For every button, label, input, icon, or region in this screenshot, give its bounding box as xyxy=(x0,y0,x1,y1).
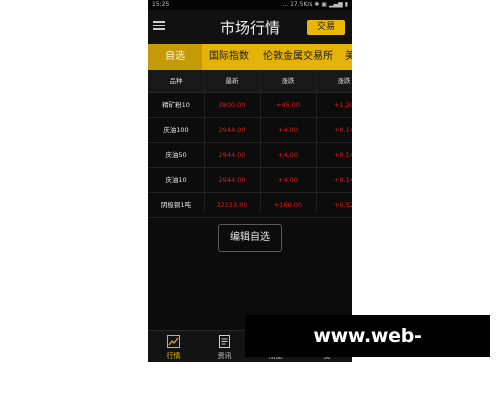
row-name: 庆油100 xyxy=(163,126,189,134)
table-row[interactable]: 庆油100 2944.00 +4.00 +0.14 xyxy=(148,118,352,143)
row-change: +4.00 xyxy=(278,151,298,159)
row-change-percent: +1.20 xyxy=(334,101,352,109)
column-header-name: 品种 xyxy=(169,77,183,85)
nav-news[interactable]: 资讯 xyxy=(199,331,250,362)
row-latest: 3800.00 xyxy=(218,101,246,109)
row-change: +166.00 xyxy=(273,201,303,209)
row-latest: 2944.00 xyxy=(218,176,246,184)
document-icon xyxy=(219,335,230,348)
table-row[interactable]: 庆油50 2944.00 +4.00 +0.14 xyxy=(148,143,352,168)
edit-watchlist-button[interactable]: 编辑自选 xyxy=(218,224,282,252)
row-change: +4.00 xyxy=(278,176,298,184)
column-header-change: 涨跌 xyxy=(281,77,295,85)
column-header-change-percent: 涨跌 xyxy=(337,77,351,85)
row-name: 庆油10 xyxy=(165,176,187,184)
tab-us[interactable]: 美 xyxy=(345,44,352,70)
row-change-percent: +0.52 xyxy=(334,201,352,209)
row-latest: 2944.00 xyxy=(218,126,246,134)
status-time: 15:25 xyxy=(152,1,170,8)
market-tabs: 自选 国际指数 伦敦金属交易所 美 xyxy=(148,44,352,70)
table-row[interactable]: 庆油10 2944.00 +4.00 +0.14 xyxy=(148,168,352,193)
row-latest: 32153.00 xyxy=(216,201,248,209)
row-change: +45.00 xyxy=(275,101,301,109)
trade-button[interactable]: 交易 xyxy=(307,20,345,35)
table-header: 品种 最新 涨跌 涨跌 xyxy=(148,70,352,93)
row-latest: 2944.00 xyxy=(218,151,246,159)
row-change-percent: +0.14 xyxy=(334,176,352,184)
row-name: 庆油50 xyxy=(165,151,187,159)
status-indicators: ... 17.5K/s ✱ ▣ ▂▄▆ ▮ xyxy=(282,1,348,8)
nav-market-label: 行情 xyxy=(166,352,181,360)
table-row[interactable]: 阴极铜1吨 32153.00 +166.00 +0.52 xyxy=(148,193,352,218)
table-row[interactable]: 精矿粉10 3800.00 +45.00 +1.20 xyxy=(148,93,352,118)
nav-market[interactable]: 行情 xyxy=(148,331,199,362)
nav-news-label: 资讯 xyxy=(217,352,232,360)
row-change-percent: +0.14 xyxy=(334,126,352,134)
chart-icon xyxy=(167,335,180,348)
tab-lme[interactable]: 伦敦金属交易所 xyxy=(263,44,333,70)
row-change-percent: +0.14 xyxy=(334,151,352,159)
tab-watchlist[interactable]: 自选 xyxy=(148,44,202,70)
status-bar: 15:25 ... 17.5K/s ✱ ▣ ▂▄▆ ▮ xyxy=(148,0,352,10)
watermark-banner: www.web-huatihuiapp.com xyxy=(245,315,490,389)
column-header-latest: 最新 xyxy=(225,77,239,85)
top-bar: 市场行情 交易 xyxy=(148,10,352,44)
quote-list: 精矿粉10 3800.00 +45.00 +1.20 庆油100 2944.00… xyxy=(148,93,352,218)
row-name: 精矿粉10 xyxy=(162,101,190,109)
row-name: 阴极铜1吨 xyxy=(160,201,192,209)
row-change: +4.00 xyxy=(278,126,298,134)
tab-international-index[interactable]: 国际指数 xyxy=(209,44,249,70)
phone-screen: 15:25 ... 17.5K/s ✱ ▣ ▂▄▆ ▮ 市场行情 交易 自选 国… xyxy=(148,0,352,362)
